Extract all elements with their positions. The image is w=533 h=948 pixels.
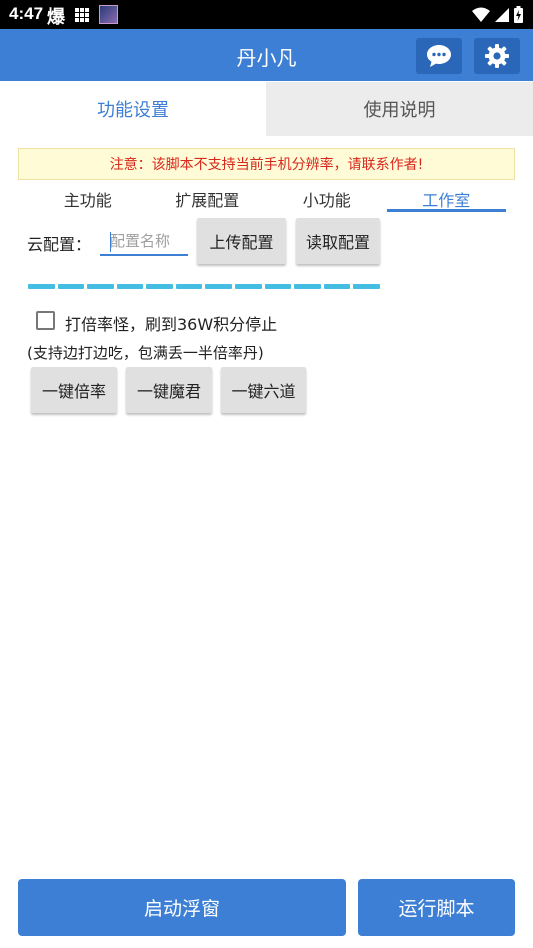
start-floating-window-button[interactable]: 启动浮窗 <box>18 879 346 936</box>
chat-icon <box>427 45 451 67</box>
subtab-studio[interactable]: 工作室 <box>386 184 507 214</box>
gear-icon <box>485 44 509 68</box>
settings-button[interactable] <box>474 38 520 74</box>
text-cursor <box>110 232 111 252</box>
progress-bar <box>28 284 380 289</box>
subtab-main[interactable]: 主功能 <box>28 184 148 214</box>
multiplier-hint: (支持边打边吃，包满丢一半倍率丹) <box>27 344 264 362</box>
grid-icon <box>75 8 89 22</box>
battery-icon <box>514 6 523 23</box>
notification-icon: 爆 <box>47 7 65 28</box>
wifi-icon <box>472 7 490 22</box>
multiplier-checkbox-label[interactable]: 打倍率怪，刷到36W积分停止 <box>65 311 277 335</box>
status-bar: 4:47 爆 <box>0 0 533 29</box>
tab-instructions[interactable]: 使用说明 <box>266 82 533 136</box>
warning-notice: 注意：该脚本不支持当前手机分辨率，请联系作者! <box>18 148 515 180</box>
cloud-config-label: 云配置： <box>27 235 92 254</box>
sub-tabs: 主功能 扩展配置 小功能 工作室 <box>28 184 506 214</box>
config-name-input[interactable] <box>100 228 188 256</box>
app-bar: 丹小凡 <box>0 29 533 81</box>
run-script-button[interactable]: 运行脚本 <box>358 879 515 936</box>
status-time: 4:47 <box>9 4 44 23</box>
chat-button[interactable] <box>416 38 462 74</box>
tab-function-settings[interactable]: 功能设置 <box>0 82 266 136</box>
signal-icon <box>495 7 509 22</box>
multiplier-checkbox[interactable] <box>36 311 55 330</box>
read-config-button[interactable]: 读取配置 <box>296 218 380 264</box>
subtab-extended-config[interactable]: 扩展配置 <box>148 184 268 214</box>
one-key-demon-lord-button[interactable]: 一键魔君 <box>126 367 212 413</box>
top-tabs: 功能设置 使用说明 <box>0 82 533 136</box>
upload-config-button[interactable]: 上传配置 <box>197 218 286 264</box>
one-key-multiplier-button[interactable]: 一键倍率 <box>31 367 117 413</box>
one-key-six-paths-button[interactable]: 一键六道 <box>221 367 306 413</box>
app-notification-icon <box>99 5 118 24</box>
subtab-small-features[interactable]: 小功能 <box>267 184 387 214</box>
